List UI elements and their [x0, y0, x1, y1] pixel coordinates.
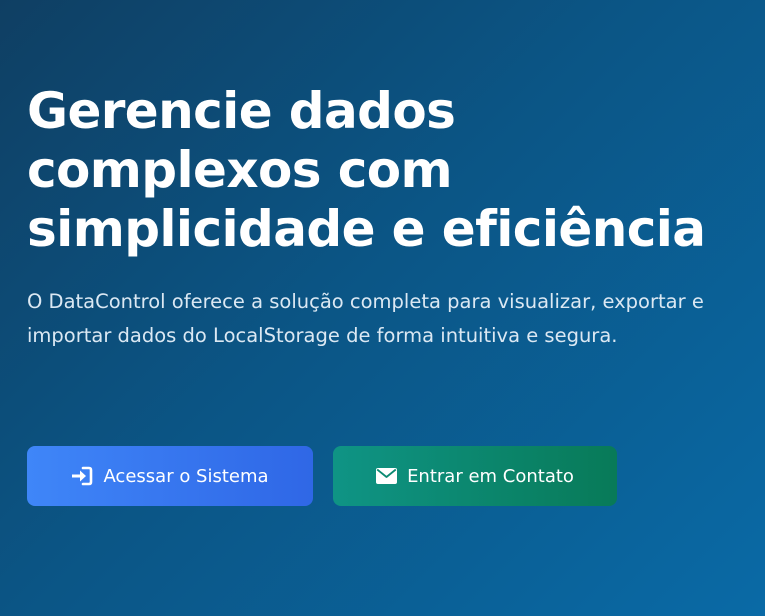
contact-label: Entrar em Contato: [407, 465, 574, 487]
envelope-icon: [376, 468, 398, 484]
sign-in-icon: [71, 466, 93, 486]
hero-title-line-1: Gerencie dados: [27, 82, 456, 140]
access-system-label: Acessar o Sistema: [103, 465, 269, 487]
hero-description: O DataControl oferece a solução completa…: [27, 290, 704, 347]
hero-title-line-2: complexos com: [27, 141, 453, 199]
hero-title-line-3: simplicidade e eficiência: [27, 200, 706, 258]
hero-section: Gerencie dados complexos com simplicidad…: [27, 82, 752, 353]
hero-title: Gerencie dados complexos com simplicidad…: [27, 82, 752, 259]
hero-actions: Acessar o Sistema Entrar em Contato: [27, 446, 617, 506]
contact-button[interactable]: Entrar em Contato: [333, 446, 617, 506]
access-system-button[interactable]: Acessar o Sistema: [27, 446, 313, 506]
